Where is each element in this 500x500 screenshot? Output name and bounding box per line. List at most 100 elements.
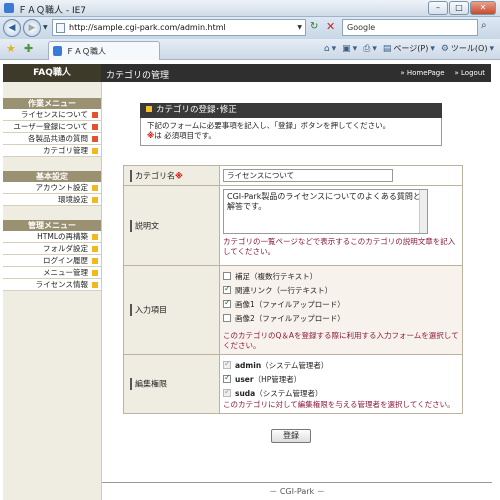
feeds-button[interactable]: ▣ ▾: [342, 43, 357, 54]
header-bar: カテゴリの管理 HomePage Logout: [101, 64, 491, 82]
sidebar-item-environment-settings[interactable]: 環境設定: [3, 194, 101, 206]
sidebar-item-account-settings[interactable]: アカウント設定: [3, 182, 101, 194]
chevron-down-icon: ▾: [331, 43, 337, 54]
description-textarea[interactable]: CGI-Park製品のライセンスについてのよくある質問と解答です。: [223, 189, 428, 234]
sidebar-item-common-questions[interactable]: 各製品共通の質問: [3, 133, 101, 145]
add-favorite-icon[interactable]: ✚: [24, 42, 33, 55]
permissions-label: 編集権限: [135, 379, 167, 389]
web-page: FAQ職人 カテゴリの管理 HomePage Logout 作業メニュー ライセ…: [0, 61, 500, 500]
bullet-square-icon: [92, 185, 98, 191]
sidebar-item-license[interactable]: ライセンスについて: [3, 109, 101, 121]
field-label: 入力項目: [123, 265, 220, 355]
window-controls: – □ ✕: [428, 1, 496, 15]
browser-tab[interactable]: ＦＡＱ職人: [48, 41, 160, 60]
field-option-image2[interactable]: 画像2（ファイルアップロード）: [223, 311, 459, 325]
gear-icon: ⚙: [440, 43, 449, 54]
sidebar-section-admin: 管理メニュー HTMLの再構築 フォルダ設定 ログイン履歴 メニュー管理 ライセ…: [3, 220, 101, 291]
category-form: カテゴリ名※ ライセンスについて 説明文 CGI-Park製品のライセンスについ…: [123, 165, 463, 414]
address-bar: ◀ ▶ ▼ http://sample.cgi-park.com/admin.h…: [0, 17, 500, 39]
permission-suda: suda（システム管理者）: [223, 386, 459, 400]
sidebar-item-rebuild-html[interactable]: HTMLの再構築: [3, 231, 101, 243]
checkbox[interactable]: [223, 373, 231, 383]
sidebar-item-folder-settings[interactable]: フォルダ設定: [3, 243, 101, 255]
chevron-down-icon: ▾: [430, 43, 435, 54]
ie-app-icon: [4, 3, 14, 13]
description-text: CGI-Park製品のライセンスについてのよくある質問と解答です。: [227, 192, 421, 211]
brand-logo[interactable]: FAQ職人: [3, 64, 101, 82]
form-row-fields: 入力項目 補足（複数行テキスト） 関連リンク（一行テキスト） 画像1（ファイルア…: [123, 265, 463, 355]
checkbox[interactable]: [223, 314, 231, 322]
permission-user: admin: [235, 360, 262, 370]
form-row-name: カテゴリ名※ ライセンスについて: [123, 165, 463, 186]
page-menu-label: ページ(P): [393, 44, 429, 53]
sidebar-item-category-management[interactable]: カテゴリ管理: [3, 145, 101, 157]
footer: － CGI-Park －: [102, 482, 492, 497]
sidebar-item-label: ログイン履歴: [43, 256, 88, 265]
label-bar: [130, 219, 132, 232]
instruction-body: 下記のフォームに必要事項を記入し、「登録」ボタンを押してください。 ※は 必須項…: [140, 118, 442, 146]
maximize-button[interactable]: □: [449, 1, 469, 15]
page-icon: [56, 23, 65, 33]
checkbox-label: 画像2（ファイルアップロード）: [235, 313, 345, 323]
textarea-scrollbar[interactable]: [419, 190, 427, 233]
favorites-star-icon[interactable]: ★: [6, 42, 16, 55]
permission-admin: admin（システム管理者）: [223, 358, 459, 372]
tools-menu[interactable]: ⚙ ツール(O) ▾: [441, 43, 494, 54]
bullet-square-icon: [92, 270, 98, 276]
sidebar-item-label: ライセンス情報: [35, 280, 88, 289]
checkbox[interactable]: [223, 298, 231, 308]
url-field[interactable]: http://sample.cgi-park.com/admin.html ▼: [52, 19, 306, 36]
page-title: カテゴリの管理: [106, 71, 170, 81]
chevron-down-icon: ▾: [372, 43, 377, 54]
checkbox-label: 補足（複数行テキスト）: [235, 271, 318, 281]
label-bar: [130, 378, 132, 390]
forward-button[interactable]: ▶: [23, 19, 41, 37]
sidebar-item-label: HTMLの再構築: [37, 232, 88, 241]
back-button[interactable]: ◀: [3, 19, 21, 37]
permission-desc: （システム管理者）: [255, 388, 323, 398]
command-bar-right: ⌂ ▾ ▣ ▾ ⎙ ▾ ▤ ページ(P) ▾ ⚙ ツール(O) ▾: [324, 43, 494, 54]
homepage-link[interactable]: HomePage: [400, 69, 445, 77]
instruction-title-text: カテゴリの登録･修正: [156, 105, 237, 115]
home-button[interactable]: ⌂ ▾: [324, 43, 336, 54]
instruction-box: カテゴリの登録･修正 下記のフォームに必要事項を記入し、「登録」ボタンを押してく…: [140, 103, 442, 146]
checkbox[interactable]: [223, 284, 231, 294]
page-menu[interactable]: ▤ ページ(P) ▾: [383, 43, 435, 54]
description-label: 説明文: [135, 221, 159, 230]
url-dropdown-icon[interactable]: ▼: [297, 24, 302, 31]
bullet-square-icon: [92, 258, 98, 264]
permission-desc: （HP管理者）: [253, 374, 302, 384]
sidebar-item-login-history[interactable]: ログイン履歴: [3, 255, 101, 267]
checkbox[interactable]: [223, 272, 231, 280]
minimize-button[interactable]: –: [428, 1, 448, 15]
close-button[interactable]: ✕: [470, 1, 496, 15]
field-option-supplement[interactable]: 補足（複数行テキスト）: [223, 269, 459, 283]
sidebar-item-user-registration[interactable]: ユーザー登録について: [3, 121, 101, 133]
tab-page-icon: [53, 46, 62, 56]
search-icon[interactable]: ⌕: [481, 20, 487, 31]
sidebar-section-basic: 基本設定 アカウント設定 環境設定: [3, 171, 101, 206]
bullet-square-icon: [92, 124, 98, 130]
category-name-input[interactable]: ライセンスについて: [223, 169, 393, 182]
checkbox-label: 関連リンク（一行テキスト）: [235, 285, 333, 295]
bullet-square-icon: [92, 112, 98, 118]
register-button[interactable]: 登録: [271, 429, 311, 443]
permission-user-hp[interactable]: user（HP管理者）: [223, 372, 459, 386]
sidebar-item-label: アカウント設定: [35, 183, 89, 192]
permission-user: suda: [235, 388, 256, 398]
history-dropdown-icon[interactable]: ▼: [43, 24, 48, 31]
print-button[interactable]: ⎙ ▾: [363, 43, 377, 54]
stop-icon[interactable]: ✕: [326, 20, 335, 33]
field-option-image1[interactable]: 画像1（ファイルアップロード）: [223, 297, 459, 311]
refresh-icon[interactable]: ↻: [310, 21, 318, 32]
sidebar-item-menu-management[interactable]: メニュー管理: [3, 267, 101, 279]
field-option-related-link[interactable]: 関連リンク（一行テキスト）: [223, 283, 459, 297]
search-input[interactable]: Google: [342, 19, 478, 36]
site-header: FAQ職人 カテゴリの管理 HomePage Logout: [3, 64, 491, 82]
sidebar-item-license-info[interactable]: ライセンス情報: [3, 279, 101, 291]
sidebar-item-label: ユーザー登録について: [13, 122, 88, 131]
instruction-line: 下記のフォームに必要事項を記入し、「登録」ボタンを押してください。: [147, 121, 391, 130]
label-bar: [130, 169, 132, 182]
permission-desc: （システム管理者）: [261, 360, 329, 370]
logout-link[interactable]: Logout: [455, 69, 485, 77]
